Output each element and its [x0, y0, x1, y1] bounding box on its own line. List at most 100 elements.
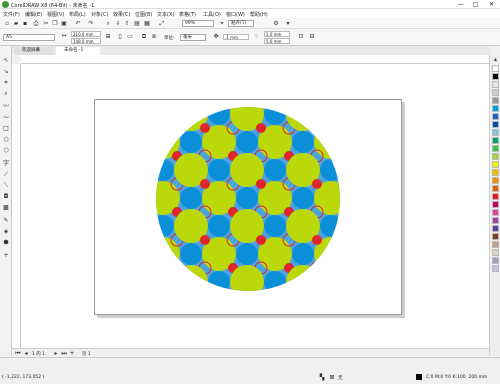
open-folder-icon[interactable]: ▰	[12, 20, 20, 27]
palette-swatch[interactable]	[492, 89, 499, 96]
copy-icon[interactable]: ❐	[51, 20, 59, 27]
next-page-icon[interactable]: ▸	[52, 350, 60, 357]
palette-swatch[interactable]	[492, 65, 499, 72]
palette-swatch[interactable]	[492, 233, 499, 240]
nudge-distance-input[interactable]: .1 mm	[223, 34, 249, 40]
menu-tools[interactable]: 工具(O)	[203, 11, 221, 18]
palette-swatch[interactable]	[492, 169, 499, 176]
close-button[interactable]: ✕	[484, 0, 499, 9]
save-icon[interactable]: ▪	[21, 20, 29, 27]
import-icon[interactable]: ⇩	[114, 20, 122, 27]
palette-swatch[interactable]	[492, 121, 499, 128]
drop-shadow-icon[interactable]: ◘	[2, 193, 10, 201]
undo-icon[interactable]: ↶	[74, 20, 82, 27]
portrait-icon[interactable]: ▯	[116, 33, 124, 40]
redo-icon[interactable]: ↷	[87, 20, 95, 27]
freehand-tool-icon[interactable]: 〰	[2, 103, 10, 111]
palette-swatch[interactable]	[492, 137, 499, 144]
palette-swatch[interactable]	[492, 201, 499, 208]
menu-bitmaps[interactable]: 位图(B)	[135, 11, 152, 18]
menu-layout[interactable]: 布局(L)	[69, 11, 86, 18]
cut-icon[interactable]: ✂	[42, 20, 50, 27]
palette-swatch[interactable]	[492, 153, 499, 160]
new-document-icon[interactable]: ▫	[3, 20, 11, 27]
snap-to-select[interactable]: 贴齐(T)	[228, 20, 254, 27]
add-page-icon[interactable]: +	[68, 350, 76, 357]
duplicate-x-input[interactable]: 5.0 mm	[264, 31, 290, 37]
export-icon[interactable]: ⇧	[123, 20, 131, 27]
smart-fill-icon[interactable]: ⬢	[2, 239, 10, 247]
palette-swatch[interactable]	[492, 265, 499, 272]
palette-scroll-up-icon[interactable]: ▴	[492, 56, 499, 63]
options-gear-icon[interactable]: ⚙	[272, 20, 280, 27]
palette-swatch[interactable]	[492, 185, 499, 192]
treat-as-filled-icon[interactable]: ⊟	[308, 33, 316, 40]
palette-swatch[interactable]	[492, 113, 499, 120]
menu-view[interactable]: 视图(V)	[47, 11, 64, 18]
palette-swatch[interactable]	[492, 177, 499, 184]
text-tool-icon[interactable]: 字	[2, 160, 10, 168]
search-content-icon[interactable]: ⌕	[104, 20, 112, 27]
ellipse-tool-icon[interactable]: ○	[2, 136, 10, 144]
paste-icon[interactable]: ▣	[60, 20, 68, 27]
artistic-media-icon[interactable]: ⁓	[2, 114, 10, 122]
palette-swatch[interactable]	[492, 73, 499, 80]
lock-ratio-icon[interactable]: ⊞	[104, 33, 112, 40]
palette-swatch[interactable]	[492, 249, 499, 256]
palette-swatch[interactable]	[492, 145, 499, 152]
snap-icon[interactable]: ⌖	[218, 20, 226, 27]
all-pages-icon[interactable]: ⧉	[140, 33, 148, 40]
add-tool-icon[interactable]: +	[2, 252, 10, 260]
palette-swatch[interactable]	[492, 161, 499, 168]
palette-swatch[interactable]	[492, 193, 499, 200]
color-eyedropper-icon[interactable]: ✎	[2, 217, 10, 225]
pick-tool-icon[interactable]: ↖	[2, 57, 10, 65]
page-width-input[interactable]: 210.0 mm	[71, 31, 101, 37]
parallel-dimension-icon[interactable]: ⟋	[2, 171, 10, 179]
palette-swatch[interactable]	[492, 105, 499, 112]
palette-swatch[interactable]	[492, 97, 499, 104]
print-icon[interactable]: ⎙	[32, 20, 40, 27]
app-launcher-icon[interactable]: ▦	[143, 20, 151, 27]
menu-edit[interactable]: 编辑(E)	[25, 11, 42, 18]
palette-swatch[interactable]	[492, 209, 499, 216]
page-size-select[interactable]: A5	[3, 34, 55, 41]
launch-icon[interactable]: ▾	[284, 20, 292, 27]
landscape-icon[interactable]: ▭	[126, 33, 134, 40]
shape-tool-icon[interactable]: ↘	[2, 68, 10, 76]
last-page-icon[interactable]: ⏭	[60, 350, 68, 357]
menu-file[interactable]: 文件(F)	[3, 11, 20, 18]
polygon-tool-icon[interactable]: ⬡	[2, 147, 10, 155]
page-height-input[interactable]: 148.0 mm	[71, 38, 101, 44]
menu-object[interactable]: 对象(C)	[91, 11, 108, 18]
current-page-icon[interactable]: ⧈	[150, 33, 158, 40]
polka-dot-circle[interactable]	[95, 100, 403, 316]
document-page[interactable]	[94, 99, 402, 315]
unit-options-icon[interactable]: ⊡	[297, 33, 305, 40]
tab-welcome-screen[interactable]: 欢迎屏幕	[14, 47, 54, 55]
palette-swatch[interactable]	[492, 217, 499, 224]
drawing-canvas[interactable]	[21, 64, 489, 348]
palette-swatch[interactable]	[492, 129, 499, 136]
menu-text[interactable]: 文本(X)	[157, 11, 174, 18]
palette-swatch[interactable]	[492, 81, 499, 88]
menu-help[interactable]: 帮助(H)	[250, 11, 268, 18]
palette-swatch[interactable]	[492, 257, 499, 264]
publish-pdf-icon[interactable]: ▤	[133, 20, 141, 27]
interactive-fill-icon[interactable]: ◈	[2, 228, 10, 236]
duplicate-y-input[interactable]: 5.0 mm	[264, 38, 290, 44]
connector-tool-icon[interactable]: ⟍	[2, 182, 10, 190]
units-select[interactable]: 毫米	[180, 34, 206, 41]
tab-untitled-1[interactable]: 未命名 -1	[56, 47, 100, 55]
rectangle-tool-icon[interactable]: □	[2, 125, 10, 133]
first-page-icon[interactable]: ⏮	[14, 350, 22, 357]
minimize-button[interactable]: —	[453, 0, 468, 9]
menu-table[interactable]: 表格(T)	[179, 11, 196, 18]
transparency-tool-icon[interactable]: ▩	[2, 204, 10, 212]
crop-tool-icon[interactable]: ⌗	[2, 79, 10, 87]
full-screen-icon[interactable]: ⤢	[158, 20, 166, 27]
prev-page-icon[interactable]: ◂	[22, 350, 30, 357]
menu-effects[interactable]: 效果(C)	[113, 11, 130, 18]
palette-swatch[interactable]	[492, 225, 499, 232]
menu-window[interactable]: 窗口(W)	[226, 11, 245, 18]
